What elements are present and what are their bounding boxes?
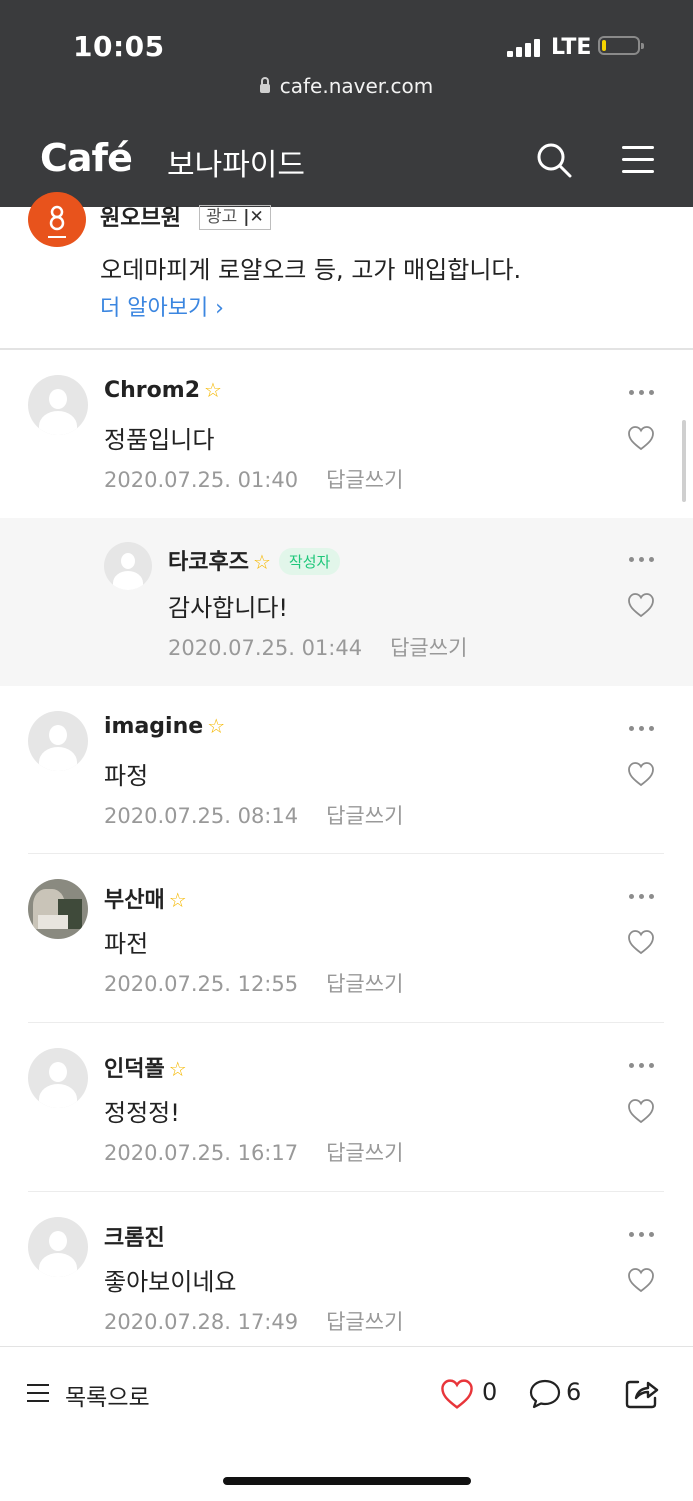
comment-date: 2020.07.25. 16:17 [104,1141,299,1165]
ad-badge-label: 광고 [206,207,238,227]
comment-item: 부산매 ☆ 파전 2020.07.25. 12:55 답글쓰기 [0,854,693,1022]
ad-more-link[interactable]: 더 알아보기 › [100,290,224,322]
top-bar: 10:05 LTE cafe.naver.com Café 보나파이드 [0,0,693,207]
reply-comment-item: 타코후즈 ☆ 작성자 감사합니다! 2020.07.25. 01:44 답글쓰기 [0,518,693,686]
heart-icon[interactable] [627,592,655,618]
comment-date: 2020.07.25. 01:44 [168,636,363,660]
comment-date: 2020.07.25. 12:55 [104,972,299,996]
more-icon[interactable] [629,894,655,900]
avatar[interactable] [28,711,88,771]
avatar[interactable] [28,375,88,435]
comment-text: 정정정! [104,1099,180,1127]
like-count: 0 [482,1378,498,1406]
reply-button[interactable]: 답글쓰기 [326,468,403,492]
comment-text: 파전 [104,930,149,958]
heart-icon[interactable] [627,929,655,955]
reply-button[interactable]: 답글쓰기 [326,1141,403,1165]
more-icon[interactable] [629,1232,655,1238]
comment-date: 2020.07.28. 17:49 [104,1310,299,1334]
comment-date: 2020.07.25. 01:40 [104,468,299,492]
search-icon [537,143,572,178]
avatar[interactable] [28,1217,88,1277]
avatar[interactable] [28,879,88,939]
heart-icon [441,1379,473,1409]
close-icon[interactable]: |✕ [243,207,263,227]
avatar[interactable] [104,542,152,590]
scrollbar[interactable] [682,420,686,502]
star-icon: ☆ [168,1057,187,1081]
comment-icon [529,1379,561,1409]
reply-button[interactable]: 답글쓰기 [326,972,403,996]
lock-icon [259,77,270,93]
star-icon: ☆ [204,378,222,402]
network-type: LTE [551,35,592,60]
battery-icon [598,36,644,55]
star-icon: ☆ [252,550,271,574]
ad-logo [28,192,86,247]
ad-badge[interactable]: 광고 |✕ [199,205,271,230]
status-time: 10:05 [73,30,165,63]
comment-meta: 2020.07.25. 01:40 답글쓰기 [104,464,403,494]
reply-button[interactable]: 답글쓰기 [326,804,403,828]
comment-count-button[interactable]: 6 [528,1376,598,1412]
share-icon [625,1380,659,1409]
signal-icon [507,39,543,57]
search-button[interactable] [536,142,572,178]
comment-item: 크롬진 좋아보이네요 2020.07.28. 17:49 답글쓰기 [0,1192,693,1346]
cafe-name[interactable]: 보나파이드 [167,140,305,184]
comment-meta: 2020.07.25. 08:14 답글쓰기 [104,800,403,830]
avatar[interactable] [28,1048,88,1108]
comment-item: Chrom2 ☆ 정품입니다 2020.07.25. 01:40 답글쓰기 [0,350,693,518]
share-button[interactable] [624,1376,660,1410]
comment-meta: 2020.07.25. 16:17 답글쓰기 [104,1137,403,1167]
comment-text: 좋아보이네요 [104,1268,237,1296]
more-icon[interactable] [629,1063,655,1069]
menu-button[interactable] [622,146,654,174]
reply-button[interactable]: 답글쓰기 [390,636,467,660]
more-icon[interactable] [629,726,655,732]
star-icon: ☆ [207,714,226,738]
comment-author[interactable]: Chrom2 ☆ [104,378,222,403]
more-icon[interactable] [629,557,655,563]
star-icon: ☆ [168,888,187,912]
comment-meta: 2020.07.28. 17:49 답글쓰기 [104,1306,403,1336]
comment-author[interactable]: 크롬진 [104,1220,165,1252]
comment-author[interactable]: 인덕폴 ☆ [104,1051,187,1083]
url-text: cafe.naver.com [279,74,434,98]
comment-author[interactable]: 부산매 ☆ [104,882,187,914]
like-button[interactable]: 0 [440,1376,520,1412]
comment-meta: 2020.07.25. 01:44 답글쓰기 [168,632,467,662]
list-label: 목록으로 [65,1385,150,1411]
comment-text: 파정 [104,762,149,790]
heart-icon[interactable] [627,761,655,787]
comment-date: 2020.07.25. 08:14 [104,804,299,828]
comment-count: 6 [566,1378,582,1406]
comment-item: 인덕폴 ☆ 정정정! 2020.07.25. 16:17 답글쓰기 [0,1023,693,1191]
comment-author[interactable]: imagine ☆ [104,714,225,739]
comment-text: 정품입니다 [104,426,215,454]
comment-meta: 2020.07.25. 12:55 답글쓰기 [104,968,403,998]
comment-text: 감사합니다! [168,594,289,622]
list-icon [27,1384,49,1402]
reply-button[interactable]: 답글쓰기 [326,1310,403,1334]
heart-icon[interactable] [627,1267,655,1293]
comment-author[interactable]: 타코후즈 ☆ 작성자 [168,544,341,576]
heart-icon[interactable] [627,1098,655,1124]
ad-text[interactable]: 오데마피게 로얄오크 등, 고가 매입합니다. [100,250,521,285]
more-icon[interactable] [629,390,655,396]
ad-name: 원오브원 [100,206,181,231]
author-badge: 작성자 [278,548,341,575]
comment-item: imagine ☆ 파정 2020.07.25. 08:14 답글쓰기 [0,686,693,854]
heart-icon[interactable] [627,425,655,451]
home-indicator [223,1477,471,1485]
cafe-logo[interactable]: Café [40,136,133,180]
address-bar[interactable]: cafe.naver.com [0,74,693,98]
